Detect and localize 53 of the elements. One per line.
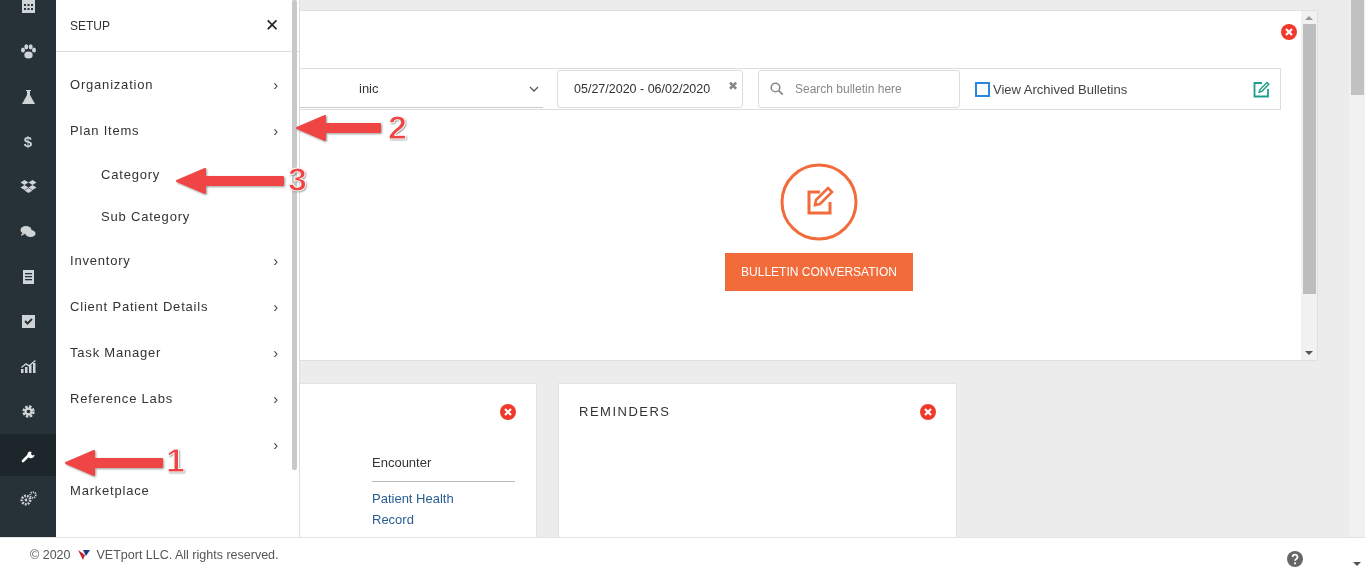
submenu-item[interactable]: Sub Category xyxy=(101,208,191,224)
submenu-item[interactable]: Category xyxy=(101,166,161,182)
scrollbar[interactable] xyxy=(1301,11,1317,360)
menu-item[interactable]: Marketplace xyxy=(70,482,150,498)
scroll-down-icon[interactable] xyxy=(1353,562,1361,567)
menu-item[interactable]: Reference Labs xyxy=(70,390,173,406)
menu-title: SETUP xyxy=(70,18,110,33)
search-field[interactable]: Search bulletin here xyxy=(758,70,960,108)
menu-item[interactable]: Plan Items xyxy=(70,122,140,138)
receipt-icon xyxy=(21,268,35,285)
annotation-number: 2 xyxy=(388,110,407,144)
chevron-right-icon[interactable]: › xyxy=(273,121,279,139)
close-icon[interactable] xyxy=(1281,24,1297,40)
card-title: REMINDERS xyxy=(579,404,671,420)
list-item[interactable]: Encounter xyxy=(372,446,515,482)
chart-icon xyxy=(19,359,37,374)
help-icon[interactable] xyxy=(1287,551,1303,567)
company-text: VETport LLC. All rights reserved. xyxy=(96,548,279,562)
close-icon[interactable] xyxy=(920,404,936,420)
menu-item[interactable]: Task Manager xyxy=(70,344,162,360)
sidebar-item[interactable] xyxy=(0,434,56,476)
flask-icon xyxy=(20,88,36,105)
sidebar-item[interactable]: $ xyxy=(0,119,56,164)
chevron-right-icon[interactable]: › xyxy=(273,389,279,407)
edit-circle-icon xyxy=(780,163,858,241)
chevron-down-icon xyxy=(529,85,539,92)
gears-icon xyxy=(19,491,37,506)
chevron-right-icon[interactable]: › xyxy=(273,343,279,361)
chat-icon xyxy=(20,224,36,239)
annotation-number: 3 xyxy=(288,162,307,196)
boxes-icon xyxy=(19,179,37,194)
paw-icon xyxy=(19,44,37,59)
close-button[interactable]: ✕ xyxy=(265,15,279,36)
page-scrollbar[interactable] xyxy=(1349,0,1365,537)
archived-checkbox[interactable]: View Archived Bulletins xyxy=(975,81,1128,97)
logo-icon xyxy=(76,549,91,561)
chevron-right-icon[interactable]: › xyxy=(273,297,279,315)
date-range-field[interactable]: 05/27/2020 - 06/02/2020 ✖ xyxy=(557,70,743,108)
chevron-right-icon[interactable]: › xyxy=(273,251,279,269)
search-icon xyxy=(770,82,784,96)
settings-icon xyxy=(20,404,36,419)
annotation-number: 1 xyxy=(166,443,185,477)
copyright-text: © 2020 xyxy=(30,548,71,562)
checklist-icon xyxy=(20,314,36,329)
menu-item[interactable]: Inventory xyxy=(70,252,131,268)
menu-item[interactable]: Organization xyxy=(70,76,154,92)
close-icon[interactable] xyxy=(500,404,516,420)
edit-icon[interactable] xyxy=(1253,80,1270,98)
menu-item[interactable]: Client Patient Details xyxy=(70,298,209,314)
chevron-right-icon[interactable]: › xyxy=(273,435,279,453)
chevron-right-icon[interactable]: › xyxy=(273,75,279,93)
dollar-icon: $ xyxy=(23,133,33,150)
scroll-down-icon[interactable] xyxy=(1305,351,1313,356)
